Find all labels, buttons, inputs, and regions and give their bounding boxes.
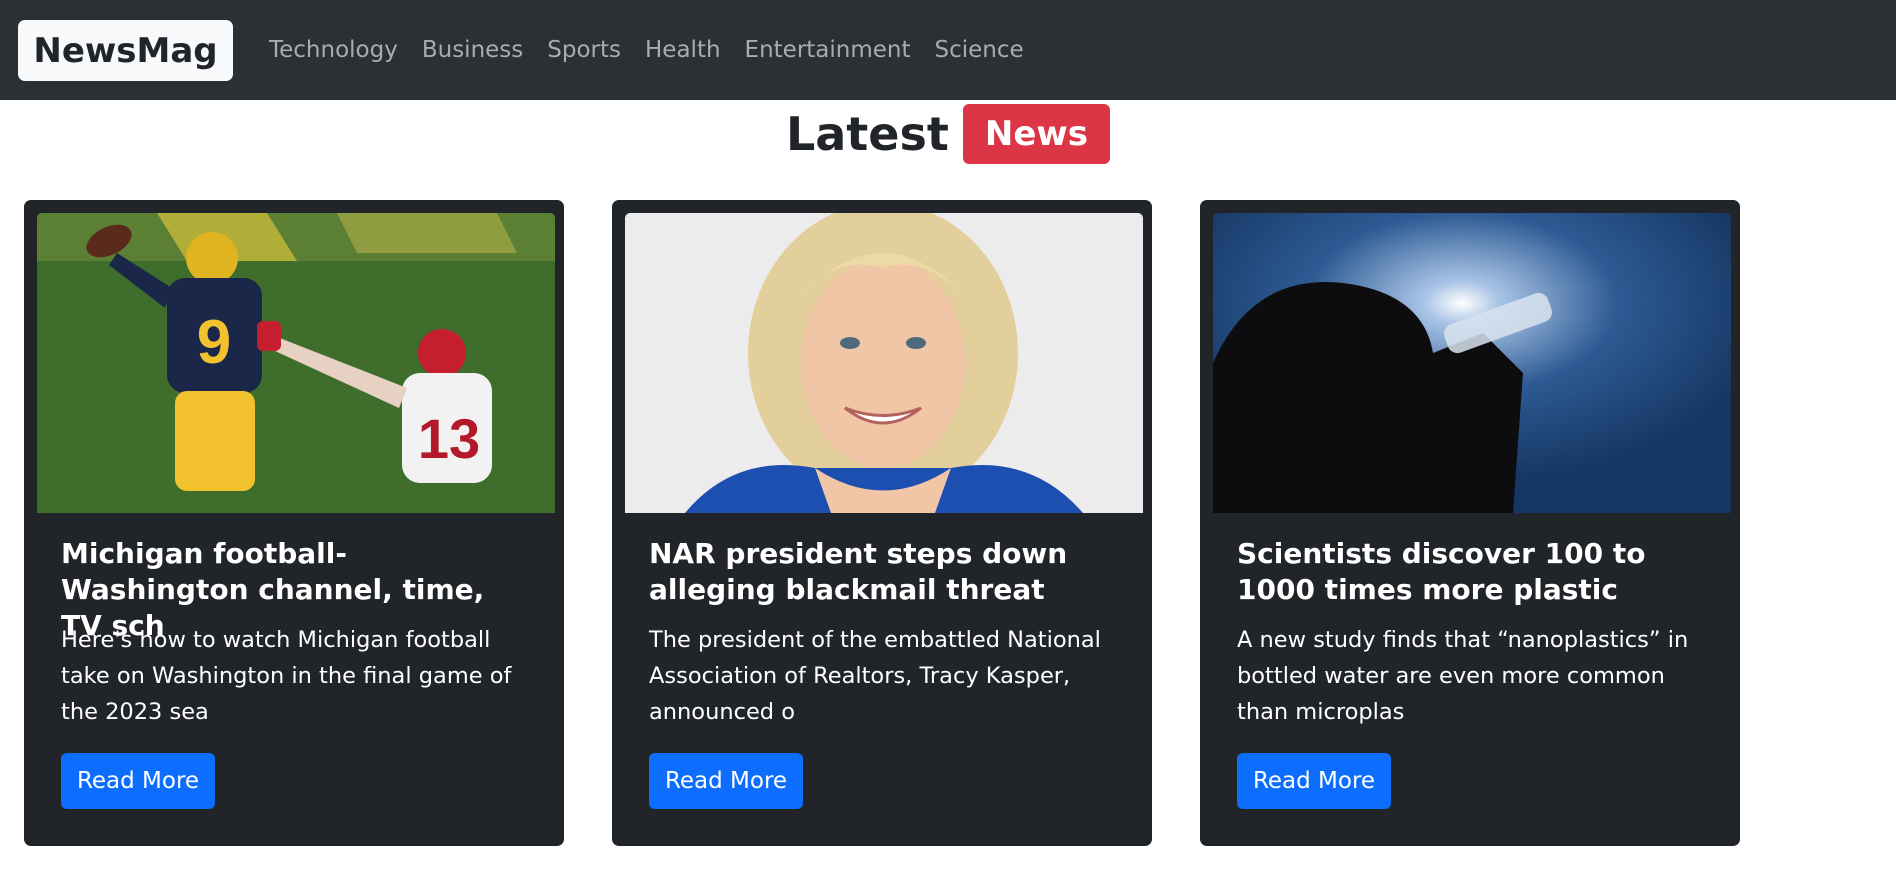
card-title[interactable]: NAR president steps down alleging blackm… [649,536,1119,608]
card-description: A new study finds that “nanoplastics” in… [1237,627,1689,725]
nav-link-entertainment[interactable]: Entertainment [745,37,911,63]
card-description: Here's how to watch Michigan football ta… [61,627,512,725]
nav-link-business[interactable]: Business [422,37,523,63]
nav-link-science[interactable]: Science [935,37,1024,63]
brand-logo[interactable]: NewsMag [18,20,233,81]
news-badge: News [962,104,1111,164]
read-more-button[interactable]: Read More [1237,753,1391,809]
news-card-nar: NAR president steps down alleging blackm… [612,200,1152,846]
jersey-number-13: 13 [418,407,480,470]
news-card-michigan: 9 13 Michigan football-Washington channe… [24,200,564,846]
water-image [1213,213,1731,513]
card-description: The president of the embattled National … [649,627,1101,725]
card-title[interactable]: Scientists discover 100 to 1000 times mo… [1237,536,1707,608]
news-card-plastic: Scientists discover 100 to 1000 times mo… [1200,200,1740,846]
portrait-image [625,213,1143,513]
nav-link-sports[interactable]: Sports [547,37,621,63]
nav-links: Technology Business Sports Health Entert… [269,37,1048,63]
card-image-football: 9 13 [37,213,555,513]
jersey-number-9: 9 [197,308,231,377]
page-heading: Latest News [0,104,1896,164]
read-more-button[interactable]: Read More [649,753,803,809]
nav-link-technology[interactable]: Technology [269,37,398,63]
heading-text: Latest [785,107,949,161]
nav-link-health[interactable]: Health [645,37,721,63]
card-image-water [1213,213,1731,513]
card-image-portrait [625,213,1143,513]
football-image: 9 13 [37,213,555,513]
read-more-button[interactable]: Read More [61,753,215,809]
navbar: NewsMag Technology Business Sports Healt… [0,0,1896,100]
